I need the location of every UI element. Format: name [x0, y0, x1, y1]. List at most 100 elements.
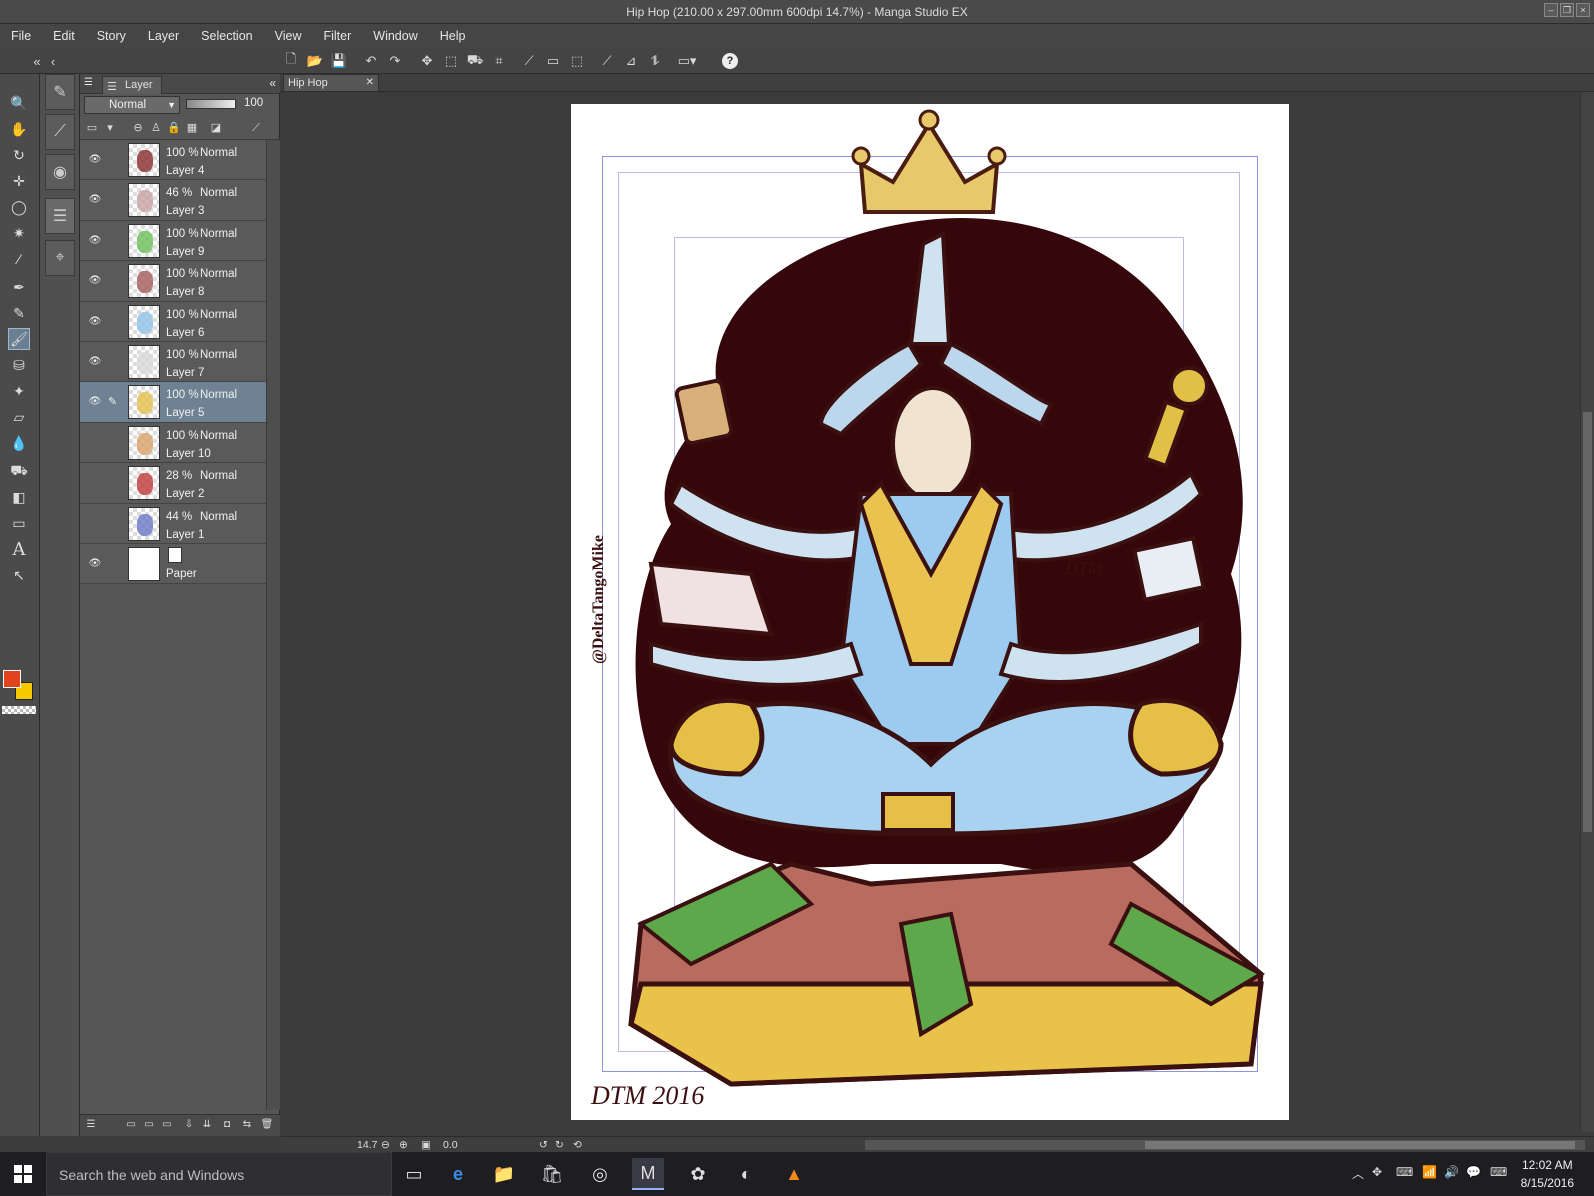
airbrush-tool-icon[interactable]: ⛁: [8, 354, 30, 376]
move-down-icon[interactable]: ⇩: [182, 1119, 196, 1133]
layer-row[interactable]: 👁 ✎ 100 %Normal Layer 5: [80, 382, 266, 423]
close-tab-icon[interactable]: ✕: [366, 75, 374, 91]
eyedropper-tool-icon[interactable]: ⁄: [8, 248, 30, 270]
angle-value[interactable]: 0.0: [443, 1139, 458, 1151]
zoom-out-icon[interactable]: ⊖: [381, 1139, 390, 1151]
zoom-value[interactable]: 14.7: [357, 1139, 377, 1151]
minimize-button[interactable]: –: [1544, 3, 1558, 17]
layers-footer-icon[interactable]: ☰: [84, 1119, 98, 1133]
object-tool-icon[interactable]: ↖: [8, 564, 30, 586]
menu-selection[interactable]: Selection: [190, 24, 263, 48]
horizontal-scroll-thumb[interactable]: [1145, 1141, 1575, 1149]
snap-grid-icon[interactable]: ⊿: [622, 52, 640, 70]
visibility-eye-icon[interactable]: 👁: [88, 315, 102, 329]
edit-target-icon[interactable]: [108, 476, 120, 490]
eraser-tool-icon[interactable]: ▱: [8, 406, 30, 428]
edit-target-icon[interactable]: [108, 274, 120, 288]
sub-tool-color-wheel-icon[interactable]: ◉: [45, 154, 75, 190]
document-tab[interactable]: Hip Hop ✕: [283, 74, 379, 92]
canvas-area[interactable]: @DeltaTangoMike DTM 2016 DTM: [281, 92, 1580, 1132]
layer-row[interactable]: 👁 100 %Normal Layer 7: [80, 341, 266, 383]
menu-layer[interactable]: Layer: [137, 24, 190, 48]
scale-icon[interactable]: ⬚: [442, 52, 460, 70]
restore-button[interactable]: ❐: [1560, 3, 1574, 17]
layer-row[interactable]: 28 % Normal Layer 2: [80, 463, 266, 504]
foreground-color-swatch[interactable]: [3, 670, 21, 688]
notifications-icon[interactable]: 💬: [1466, 1165, 1481, 1179]
display-mode-icon[interactable]: ▭▾: [678, 52, 697, 70]
lasso-tool-icon[interactable]: ◯: [8, 196, 30, 218]
menu-story[interactable]: Story: [86, 24, 137, 48]
sub-tool-pen-icon[interactable]: ✎: [45, 74, 75, 110]
canvas-vertical-scrollbar[interactable]: [1580, 92, 1594, 1132]
collapse-panel-icon[interactable]: «: [269, 76, 276, 90]
transform-icon[interactable]: ✥: [418, 52, 436, 70]
paper-layer-row[interactable]: 👁 Paper: [80, 543, 266, 585]
mask-layer-icon[interactable]: ◘: [220, 1119, 234, 1133]
close-button[interactable]: ×: [1576, 3, 1590, 17]
blend-mode-select[interactable]: Normal ▼: [84, 96, 180, 114]
pencil-tool-icon[interactable]: ✎: [8, 302, 30, 324]
layer-list-scrollbar[interactable]: [266, 140, 280, 1110]
wifi-icon[interactable]: 📶: [1422, 1165, 1437, 1179]
snap-ruler-icon[interactable]: ⟋: [598, 52, 616, 70]
taskbar-clock[interactable]: 12:02 AM 8/15/2016: [1521, 1156, 1574, 1192]
save-icon[interactable]: 💾: [330, 52, 348, 70]
reference-icon[interactable]: ♙: [148, 120, 164, 136]
clear-icon[interactable]: ▭: [544, 52, 562, 70]
edge-browser-icon[interactable]: e: [442, 1158, 474, 1190]
transfer-icon[interactable]: ⇆: [240, 1119, 254, 1133]
shape-tool-icon[interactable]: ▭: [8, 512, 30, 534]
visibility-eye-icon[interactable]: 👁: [88, 395, 102, 409]
new-raster-layer-icon[interactable]: ▭: [124, 1119, 138, 1133]
blend-tool-icon[interactable]: 💧: [8, 432, 30, 454]
manga-studio-taskbar-icon[interactable]: M: [632, 1158, 664, 1190]
visibility-eye-icon[interactable]: 👁: [88, 234, 102, 248]
edit-target-icon[interactable]: ✎: [108, 395, 120, 409]
merge-icon[interactable]: ⇊: [200, 1119, 214, 1133]
layer-row[interactable]: 👁 100 %Normal Layer 8: [80, 261, 266, 302]
rotate-right-icon[interactable]: ↻: [555, 1139, 564, 1151]
canvas-horizontal-scrollbar[interactable]: [865, 1140, 1585, 1150]
text-tool-icon[interactable]: A: [8, 538, 30, 560]
zoom-tool-icon[interactable]: 🔍: [8, 92, 30, 114]
obs-icon[interactable]: ◐: [730, 1158, 762, 1190]
task-view-icon[interactable]: ▭: [398, 1158, 430, 1190]
menu-file[interactable]: File: [0, 24, 42, 48]
hand-tool-icon[interactable]: ✋: [8, 118, 30, 140]
edit-target-icon[interactable]: [108, 355, 120, 369]
delete-layer-icon[interactable]: 🗑: [260, 1119, 274, 1133]
panel-menu-icon[interactable]: ☰: [84, 77, 93, 88]
ruler-icon[interactable]: ⟋: [520, 52, 538, 70]
edit-target-icon[interactable]: [108, 193, 120, 207]
dropbox-icon[interactable]: ✥: [1372, 1165, 1382, 1179]
help-icon[interactable]: ?: [722, 53, 738, 69]
menu-window[interactable]: Window: [362, 24, 428, 48]
lock-transparency-icon[interactable]: ▦: [184, 120, 200, 136]
move-tool-icon[interactable]: ✛: [8, 170, 30, 192]
rotate-left-icon[interactable]: ↺: [539, 1139, 548, 1151]
sub-tool-layers-icon[interactable]: ☰: [45, 198, 75, 234]
visibility-eye-icon[interactable]: 👁: [88, 274, 102, 288]
magic-wand-tool-icon[interactable]: ✷: [8, 222, 30, 244]
lock-icon[interactable]: 🔒: [166, 120, 182, 136]
transparent-color-swatch[interactable]: [2, 706, 36, 714]
new-folder-icon[interactable]: ▭: [160, 1119, 174, 1133]
layer-row[interactable]: 44 % Normal Layer 1: [80, 503, 266, 544]
layer-row[interactable]: 100 %Normal Layer 10: [80, 422, 266, 464]
reset-rotation-icon[interactable]: ⟲: [573, 1139, 582, 1151]
sub-tool-ruler-icon[interactable]: ⟋: [45, 114, 75, 150]
opacity-value[interactable]: 100: [244, 97, 263, 109]
visibility-eye-icon[interactable]: 👁: [88, 557, 102, 571]
snap-special-icon[interactable]: ⥮: [646, 52, 664, 70]
visibility-eye-icon[interactable]: [88, 517, 102, 531]
store-icon[interactable]: 🛍: [536, 1158, 568, 1190]
input-icon[interactable]: ⌨: [1396, 1165, 1413, 1179]
start-button[interactable]: [0, 1152, 46, 1196]
clipping-icon[interactable]: ⊖: [130, 120, 146, 136]
opacity-slider[interactable]: [186, 99, 236, 109]
ruler-layer-icon[interactable]: ⟋: [248, 120, 264, 136]
vlc-icon[interactable]: ▲: [778, 1158, 810, 1190]
menu-filter[interactable]: Filter: [312, 24, 362, 48]
picasa-icon[interactable]: ✿: [682, 1158, 714, 1190]
